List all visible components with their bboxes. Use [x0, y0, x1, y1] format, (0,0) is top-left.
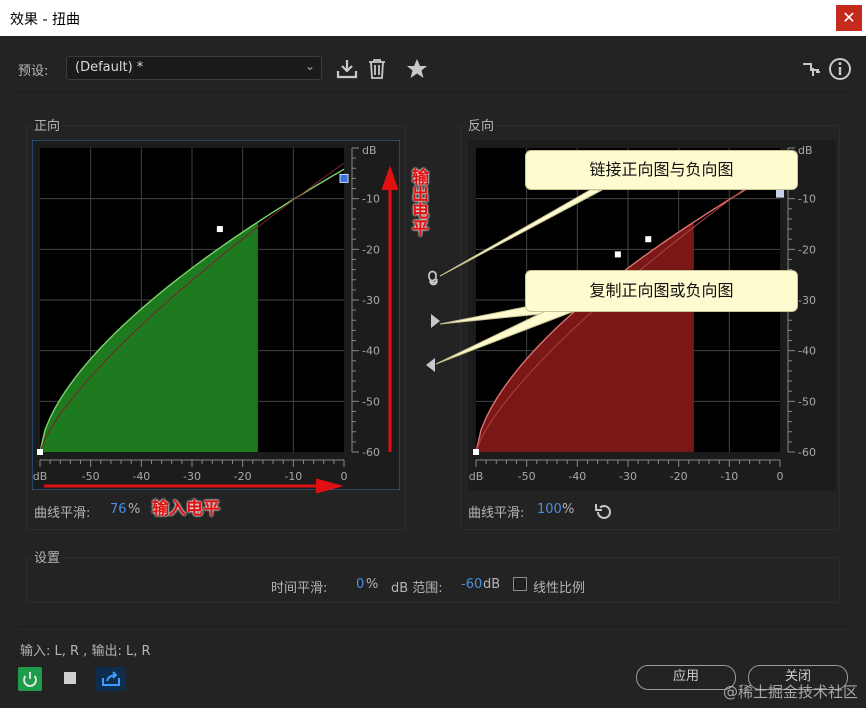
watermark: @稀土掘金技术社区: [722, 683, 858, 701]
callout-pointers: [44, 165, 603, 494]
output-level-annotation: 输出电平: [408, 168, 428, 236]
output-level-arrow: [381, 165, 399, 452]
copy-callout: 复制正向图或负向图: [525, 270, 798, 312]
input-level-annotation: 输入电平: [152, 499, 220, 519]
link-callout-pointer: [439, 189, 603, 277]
link-callout: 链接正向图与负向图: [525, 150, 798, 190]
input-level-arrow: [44, 478, 344, 494]
